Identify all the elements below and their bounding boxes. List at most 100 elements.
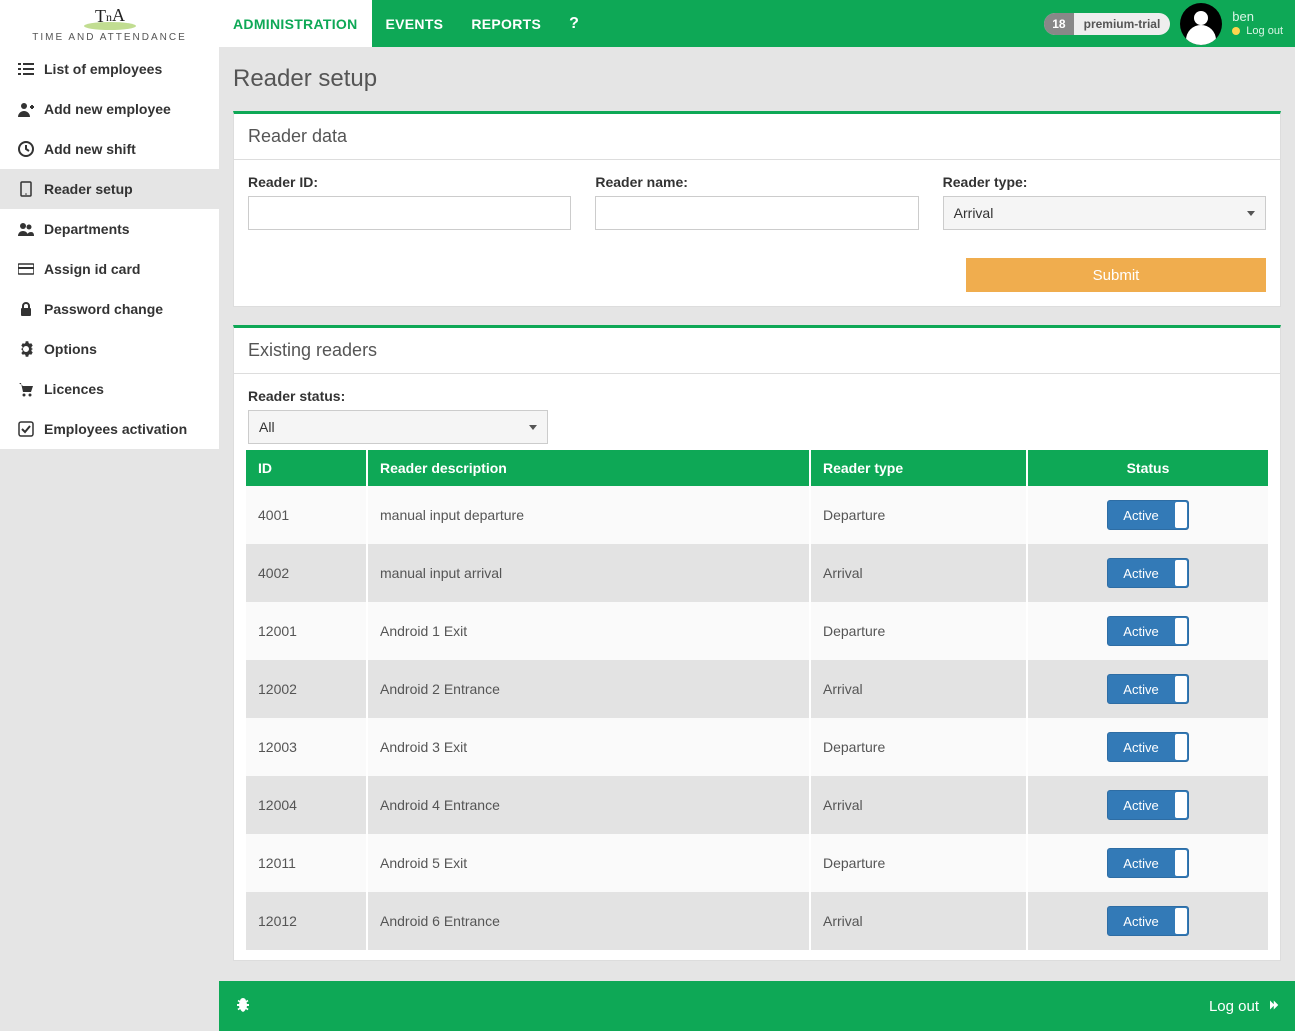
status-toggle[interactable]: Active [1107,558,1189,588]
status-toggle[interactable]: Active [1107,790,1189,820]
status-toggle[interactable]: Active [1107,848,1189,878]
sidebar-item-label: List of employees [44,61,162,77]
cell-status: Active [1028,660,1268,718]
sidebar-item-list-of-employees[interactable]: List of employees [0,49,219,89]
sidebar-item-reader-setup[interactable]: Reader setup [0,169,219,209]
brand-text: TIME AND ATTENDANCE [10,32,209,43]
footer: Log out [219,981,1295,1031]
cell-desc: Android 1 Exit [368,602,809,660]
submit-button[interactable]: Submit [966,258,1266,292]
status-toggle[interactable]: Active [1107,732,1189,762]
cell-id: 12001 [246,602,366,660]
cell-id: 12003 [246,718,366,776]
topnav-reports[interactable]: REPORTS [457,0,555,47]
cell-type: Arrival [811,892,1026,950]
reader-name-input[interactable] [595,196,918,230]
table-row: 12011Android 5 ExitDepartureActive [246,834,1268,892]
footer-logout-link[interactable]: Log out [1209,998,1279,1015]
lock-icon [18,301,34,317]
help-button[interactable]: ? [555,0,593,47]
cell-type: Arrival [811,776,1026,834]
sidebar-item-add-new-employee[interactable]: Add new employee [0,89,219,129]
sidebar-item-password-change[interactable]: Password change [0,289,219,329]
status-toggle-label: Active [1123,798,1158,813]
cell-desc: Android 6 Entrance [368,892,809,950]
table-row: 4002manual input arrivalArrivalActive [246,544,1268,602]
status-toggle[interactable]: Active [1107,674,1189,704]
users-icon [18,221,34,237]
top-nav: ADMINISTRATIONEVENTSREPORTS [219,0,555,47]
bug-icon [235,997,251,1013]
cell-type: Departure [811,834,1026,892]
status-toggle-label: Active [1123,740,1158,755]
cell-type: Departure [811,718,1026,776]
cell-id: 4001 [246,486,366,544]
status-toggle-label: Active [1123,682,1158,697]
reader-status-select[interactable]: All [248,410,548,444]
cell-id: 12012 [246,892,366,950]
sidebar-item-label: Add new shift [44,141,136,157]
reader-type-label: Reader type: [943,174,1266,190]
reader-id-label: Reader ID: [248,174,571,190]
status-toggle-label: Active [1123,566,1158,581]
credit-card-icon [18,261,34,277]
sidebar: TnA TIME AND ATTENDANCE List of employee… [0,0,219,981]
footer-logout-label: Log out [1209,998,1259,1015]
topnav-events[interactable]: EVENTS [372,0,458,47]
sidebar-item-licences[interactable]: Licences [0,369,219,409]
table-row: 12012Android 6 EntranceArrival Active [246,892,1268,950]
cell-desc: Android 2 Entrance [368,660,809,718]
cell-status: Active [1028,834,1268,892]
cell-type: Arrival [811,544,1026,602]
existing-readers-panel: Existing readers Reader status: All ID R… [233,325,1281,961]
existing-readers-heading: Existing readers [234,328,1280,374]
sidebar-item-assign-id-card[interactable]: Assign id card [0,249,219,289]
status-toggle-label: Active [1123,624,1158,639]
trial-text: premium-trial [1074,17,1171,31]
check-square-icon [18,421,34,437]
sidebar-item-employees-activation[interactable]: Employees activation [0,409,219,449]
toggle-knob-icon [1175,850,1187,876]
cell-status: Active [1028,486,1268,544]
status-toggle[interactable]: Active [1107,616,1189,646]
table-row: 12002Android 2 EntranceArrivalActive [246,660,1268,718]
sidebar-item-add-new-shift[interactable]: Add new shift [0,129,219,169]
cell-status: Active [1028,892,1268,950]
cell-desc: Android 3 Exit [368,718,809,776]
list-icon [18,61,34,77]
reader-id-input[interactable] [248,196,571,230]
cell-status: Active [1028,602,1268,660]
toggle-knob-icon [1175,502,1187,528]
cell-type: Departure [811,602,1026,660]
col-type: Reader type [811,450,1026,486]
header-logout-link[interactable]: Log out [1232,25,1283,38]
status-toggle[interactable]: Active [1107,500,1189,530]
readers-table: ID Reader description Reader type Status… [244,450,1270,950]
cell-id: 12004 [246,776,366,834]
clock-icon [18,141,34,157]
cell-type: Arrival [811,660,1026,718]
status-toggle[interactable]: Active [1107,906,1189,936]
logo-icon: TnA [80,4,140,30]
trial-count: 18 [1044,13,1073,35]
brand-logo: TnA TIME AND ATTENDANCE [0,0,219,49]
reader-type-select[interactable]: Arrival [943,196,1266,230]
footer-bug-button[interactable] [235,997,251,1016]
cell-id: 12011 [246,834,366,892]
cell-status: Active [1028,776,1268,834]
topbar: ADMINISTRATIONEVENTSREPORTS ? 18 premium… [219,0,1295,47]
caret-down-icon [1247,211,1255,216]
status-toggle-label: Active [1123,856,1158,871]
sidebar-nav: List of employees Add new employee Add new… [0,49,219,449]
avatar[interactable] [1180,3,1222,45]
topnav-administration[interactable]: ADMINISTRATION [219,0,372,47]
table-row: 12001Android 1 ExitDeparture Active [246,602,1268,660]
sidebar-item-label: Add new employee [44,101,171,117]
sidebar-item-options[interactable]: Options [0,329,219,369]
status-toggle-label: Active [1123,914,1158,929]
header-logout-label: Log out [1246,25,1283,38]
toggle-knob-icon [1175,676,1187,702]
toggle-knob-icon [1175,792,1187,818]
page-title: Reader setup [233,65,1281,93]
sidebar-item-departments[interactable]: Departments [0,209,219,249]
